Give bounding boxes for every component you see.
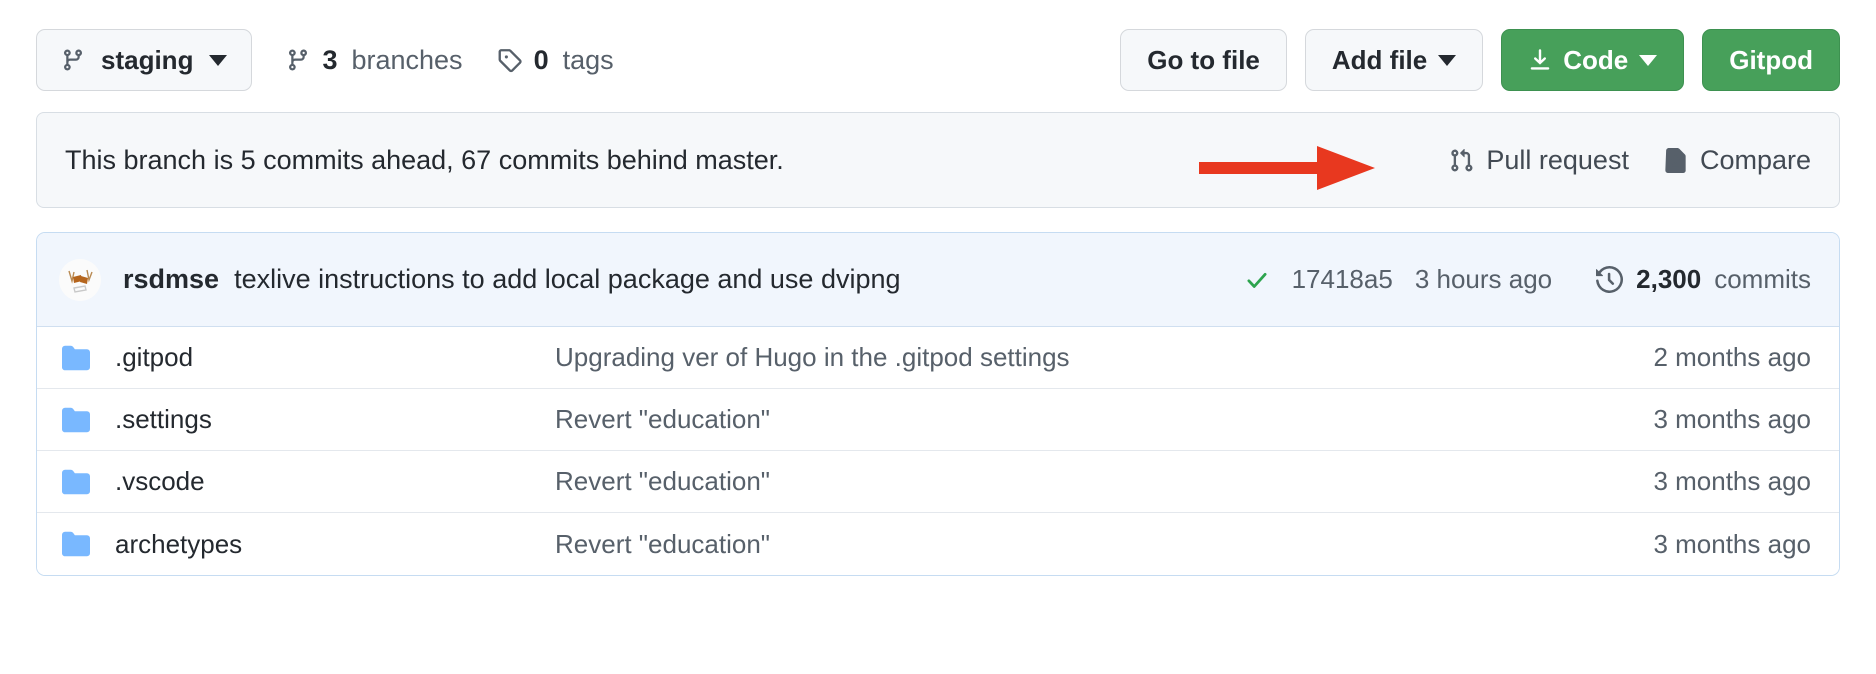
code-label: Code <box>1563 45 1628 76</box>
git-branch-icon <box>286 47 310 73</box>
repo-file-browser: staging 3 branches 0 ta <box>0 0 1876 674</box>
chevron-down-icon <box>1639 55 1657 66</box>
tags-count[interactable]: 0 tags <box>497 45 614 76</box>
chevron-down-icon <box>209 55 227 66</box>
repo-toolbar: staging 3 branches 0 ta <box>36 28 1840 92</box>
compare-label: Compare <box>1700 145 1811 176</box>
commit-hash[interactable]: 17418a5 <box>1292 264 1393 295</box>
git-pull-request-icon <box>1449 147 1474 174</box>
folder-icon <box>59 344 93 372</box>
branches-count-label: branches <box>351 45 462 76</box>
code-button[interactable]: Code <box>1501 29 1684 91</box>
file-name[interactable]: archetypes <box>115 529 555 560</box>
chevron-down-icon <box>1438 55 1456 66</box>
gitpod-button[interactable]: Gitpod <box>1702 29 1840 91</box>
toolbar-right-group: Go to file Add file Code Gitpod <box>1120 29 1840 91</box>
go-to-file-button[interactable]: Go to file <box>1120 29 1287 91</box>
file-diff-icon <box>1663 147 1688 174</box>
latest-commit-text: rsdmse texlive instructions to add local… <box>123 264 901 295</box>
file-age: 3 months ago <box>1653 529 1811 560</box>
table-row[interactable]: .gitpod Upgrading ver of Hugo in the .gi… <box>37 327 1839 389</box>
folder-icon <box>59 530 93 558</box>
commit-meta: 17418a5 3 hours ago 2,300 commits <box>1244 264 1811 295</box>
commit-message[interactable]: texlive instructions to add local packag… <box>234 264 900 294</box>
tags-count-value: 0 <box>534 45 549 76</box>
file-age: 3 months ago <box>1653 466 1811 497</box>
file-age: 3 months ago <box>1653 404 1811 435</box>
pull-request-link[interactable]: Pull request <box>1449 145 1629 176</box>
file-commit-message[interactable]: Revert "education" <box>555 466 1653 497</box>
branch-status-message: This branch is 5 commits ahead, 67 commi… <box>65 145 784 176</box>
add-file-button[interactable]: Add file <box>1305 29 1483 91</box>
commit-date: 3 hours ago <box>1415 264 1552 295</box>
git-branch-icon <box>61 47 85 73</box>
toolbar-left-group: staging 3 branches 0 ta <box>36 29 614 91</box>
tag-icon <box>497 47 522 73</box>
file-name[interactable]: .vscode <box>115 466 555 497</box>
file-commit-message[interactable]: Revert "education" <box>555 529 1653 560</box>
branch-selector-label: staging <box>101 45 193 76</box>
go-to-file-label: Go to file <box>1147 45 1260 76</box>
folder-icon <box>59 468 93 496</box>
file-table: rsdmse texlive instructions to add local… <box>36 232 1840 576</box>
file-commit-message[interactable]: Upgrading ver of Hugo in the .gitpod set… <box>555 342 1653 373</box>
pull-request-label: Pull request <box>1486 145 1629 176</box>
branch-selector-button[interactable]: staging <box>36 29 252 91</box>
file-age: 2 months ago <box>1653 342 1811 373</box>
table-row[interactable]: .settings Revert "education" 3 months ag… <box>37 389 1839 451</box>
download-icon <box>1528 47 1552 73</box>
folder-icon <box>59 406 93 434</box>
latest-commit-row: rsdmse texlive instructions to add local… <box>37 233 1839 327</box>
branches-count[interactable]: 3 branches <box>286 45 462 76</box>
history-icon <box>1596 266 1623 293</box>
table-row[interactable]: archetypes Revert "education" 3 months a… <box>37 513 1839 575</box>
check-icon[interactable] <box>1244 267 1270 293</box>
avatar <box>59 259 101 301</box>
file-name[interactable]: .settings <box>115 404 555 435</box>
commits-count-label: commits <box>1714 264 1811 295</box>
compare-link[interactable]: Compare <box>1663 145 1811 176</box>
branches-count-value: 3 <box>322 45 337 76</box>
commit-author[interactable]: rsdmse <box>123 264 219 294</box>
table-row[interactable]: .vscode Revert "education" 3 months ago <box>37 451 1839 513</box>
branch-status-actions: Pull request Compare <box>1449 145 1811 176</box>
file-commit-message[interactable]: Revert "education" <box>555 404 1653 435</box>
gitpod-label: Gitpod <box>1729 45 1813 76</box>
branch-status-bar: This branch is 5 commits ahead, 67 commi… <box>36 112 1840 208</box>
add-file-label: Add file <box>1332 45 1427 76</box>
commits-count[interactable]: 2,300 commits <box>1596 264 1811 295</box>
commits-count-value: 2,300 <box>1636 264 1701 295</box>
file-name[interactable]: .gitpod <box>115 342 555 373</box>
tags-count-label: tags <box>563 45 614 76</box>
